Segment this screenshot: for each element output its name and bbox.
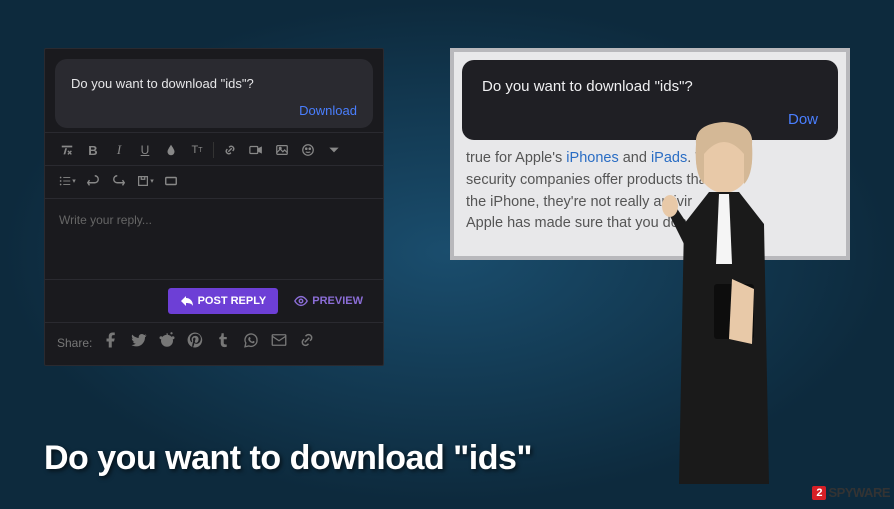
ink-button[interactable] <box>159 139 183 161</box>
forum-editor-panel: Do you want to download "ids"? Download … <box>44 48 384 366</box>
post-reply-button[interactable]: POST REPLY <box>168 288 279 314</box>
image-button[interactable] <box>270 139 294 161</box>
download-button-right[interactable]: Dow <box>482 111 818 128</box>
editor-action-bar: POST REPLY PREVIEW <box>45 279 383 322</box>
article-preview-panel: Do you want to download "ids"? Dow true … <box>450 48 850 260</box>
download-button[interactable]: Download <box>71 103 357 118</box>
bold-button[interactable]: B <box>81 139 105 161</box>
list-button[interactable]: ▾ <box>55 170 79 192</box>
video-button[interactable] <box>244 139 268 161</box>
download-prompt-dark: Do you want to download "ids"? Download <box>55 59 373 128</box>
emoji-button[interactable] <box>296 139 320 161</box>
facebook-icon[interactable] <box>102 331 120 354</box>
close-icon[interactable] <box>349 73 357 93</box>
underline-button[interactable]: U <box>133 139 157 161</box>
pinterest-icon[interactable] <box>186 331 204 354</box>
hero-title: Do you want to download "ids" <box>44 439 532 478</box>
twitter-icon[interactable] <box>130 331 148 354</box>
watermark: 2SPYWARE <box>812 485 890 500</box>
save-draft-button[interactable]: ▾ <box>133 170 157 192</box>
download-prompt-light: Do you want to download "ids"? Dow <box>462 60 838 140</box>
preview-button[interactable]: PREVIEW <box>286 288 371 314</box>
share-bar: Share: <box>45 322 383 362</box>
redo-button[interactable] <box>107 170 131 192</box>
iphones-link[interactable]: iPhones <box>566 150 618 166</box>
reddit-icon[interactable] <box>158 331 176 354</box>
article-excerpt: true for Apple's iPhones and iPads. Whil… <box>462 148 838 235</box>
editor-toolbar-row2: ▾ ▾ <box>45 166 383 199</box>
tumblr-icon[interactable] <box>214 331 232 354</box>
undo-button[interactable] <box>81 170 105 192</box>
italic-button[interactable]: I <box>107 139 131 161</box>
more-dropdown-button[interactable] <box>322 139 346 161</box>
editor-toolbar-row1: B I U TT <box>45 132 383 166</box>
download-prompt-text-right: Do you want to download "ids"? <box>482 78 818 95</box>
reply-textarea[interactable]: Write your reply... <box>45 199 383 279</box>
link-icon[interactable] <box>298 331 316 354</box>
text-size-button[interactable]: TT <box>185 139 209 161</box>
remove-format-button[interactable] <box>55 139 79 161</box>
toggle-bbcode-button[interactable] <box>159 170 183 192</box>
ipads-link[interactable]: iPads <box>651 150 687 166</box>
share-label: Share: <box>57 336 92 350</box>
link-button[interactable] <box>218 139 242 161</box>
email-icon[interactable] <box>270 331 288 354</box>
whatsapp-icon[interactable] <box>242 331 260 354</box>
download-prompt-text: Do you want to download "ids"? <box>71 76 254 91</box>
